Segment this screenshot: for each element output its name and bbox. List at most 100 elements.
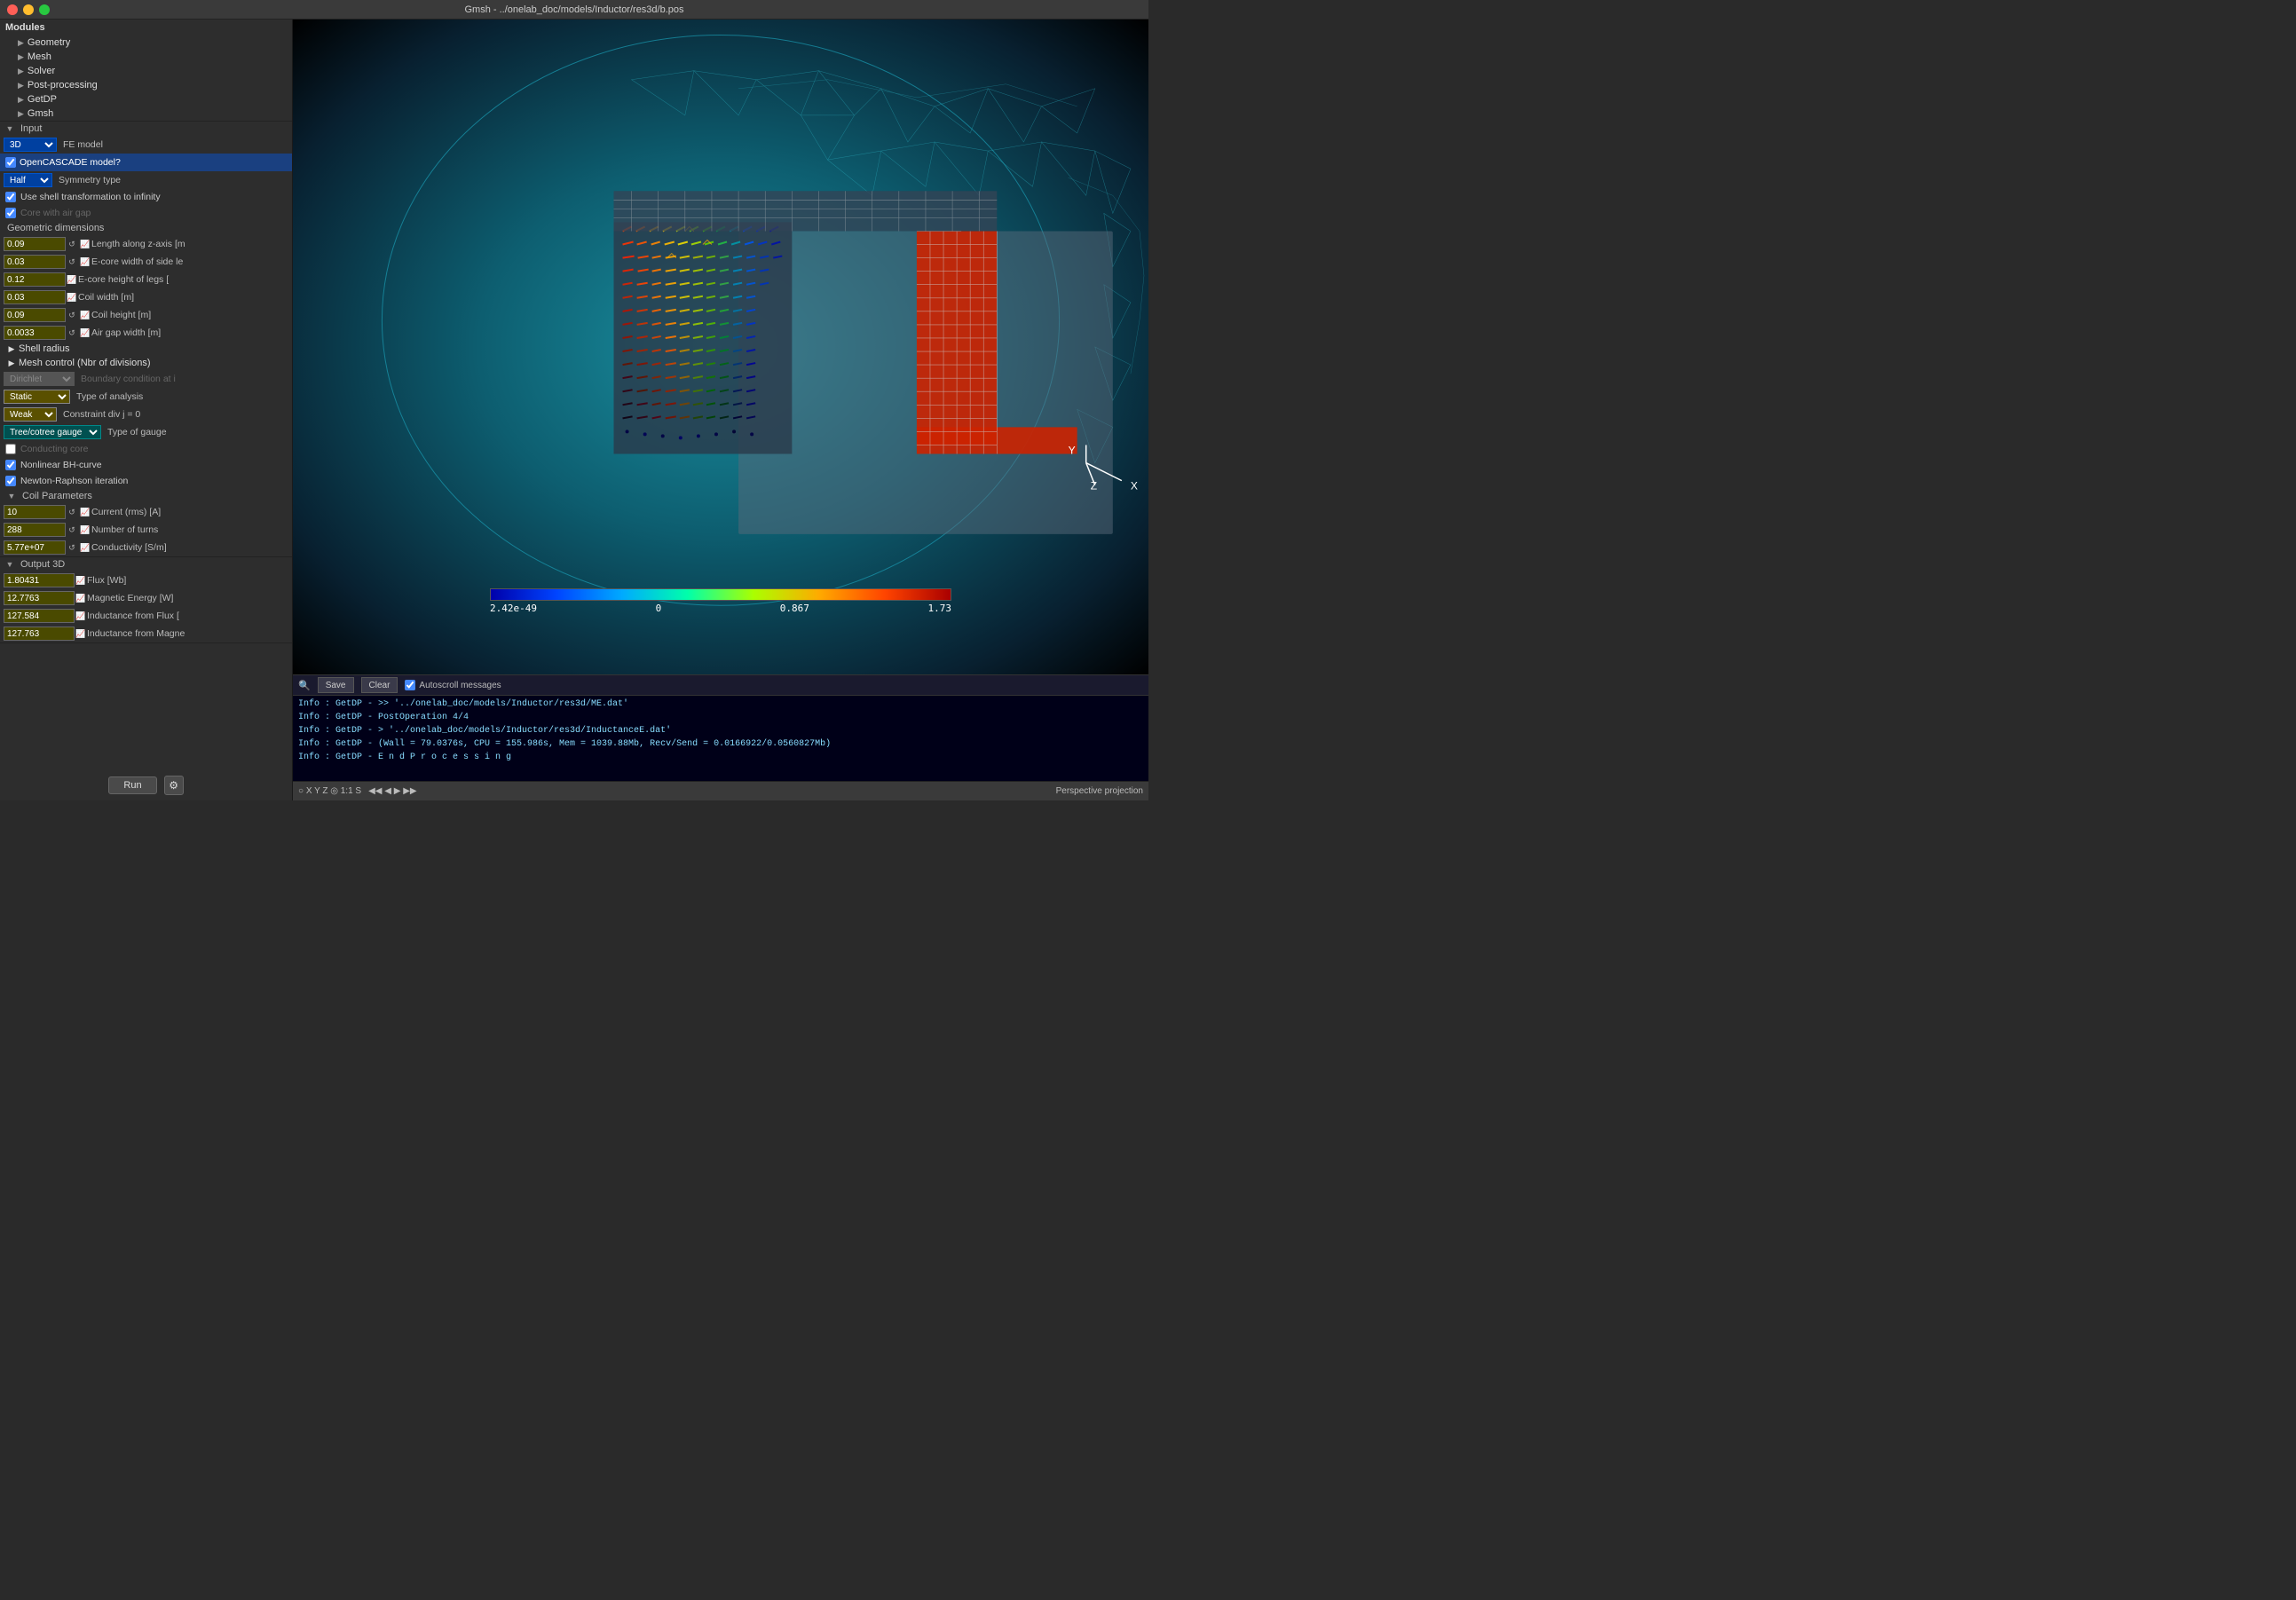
field-input-4[interactable] bbox=[4, 308, 66, 322]
minimize-button[interactable] bbox=[23, 4, 34, 15]
input-section-header[interactable]: Input bbox=[0, 122, 292, 136]
fe-model-dropdown[interactable]: 3D bbox=[4, 138, 57, 152]
opencascade-checkbox[interactable] bbox=[5, 157, 16, 168]
sidebar-item-postprocessing[interactable]: ▶ Post-processing bbox=[0, 78, 292, 92]
core-air-gap-row: Core with air gap bbox=[0, 205, 292, 221]
field-input-0[interactable] bbox=[4, 237, 66, 251]
half-dropdown[interactable]: Half bbox=[4, 173, 52, 187]
console-output[interactable]: Info : GetDP - >> '../onelab_doc/models/… bbox=[293, 696, 1148, 781]
field-label-1: E-core width of side le bbox=[91, 256, 288, 267]
chart-icon[interactable]: 📈 bbox=[79, 256, 91, 268]
search-icon: 🔍 bbox=[298, 680, 311, 691]
coil-field-label-0: Current (rms) [A] bbox=[91, 507, 288, 517]
coil-field-input-0[interactable] bbox=[4, 505, 66, 519]
gauge-dropdown[interactable]: Tree/cotree gauge bbox=[4, 425, 101, 439]
console-line-3: Info : GetDP - (Wall = 79.0376s, CPU = 1… bbox=[298, 737, 1143, 751]
field-label-4: Coil height [m] bbox=[91, 310, 288, 320]
constraint-dropdown[interactable]: Weak bbox=[4, 407, 57, 422]
chart-icon[interactable]: 📈 bbox=[79, 327, 91, 339]
clear-button[interactable]: Clear bbox=[361, 677, 398, 693]
mesh-control-header[interactable]: Mesh control (Nbr of divisions) bbox=[0, 356, 292, 370]
output-label-1: Magnetic Energy [W] bbox=[87, 593, 288, 603]
output-row-3: 📈 Inductance from Magne bbox=[0, 625, 292, 642]
viewport[interactable]: Y X Z 2.42e-49 0 0.867 1.73 bbox=[293, 20, 1148, 674]
sidebar-item-gmsh[interactable]: ▶ Gmsh bbox=[0, 106, 292, 121]
core-air-gap-checkbox[interactable] bbox=[5, 208, 16, 218]
maximize-button[interactable] bbox=[39, 4, 50, 15]
chart-icon[interactable]: 📈 bbox=[79, 506, 91, 518]
refresh-icon[interactable]: ↺ bbox=[66, 238, 78, 250]
chart-icon[interactable]: 📈 bbox=[66, 291, 78, 303]
chart-icon[interactable]: 📈 bbox=[75, 610, 87, 622]
collapse-icon bbox=[7, 492, 16, 500]
field-row-5: ↺ 📈 Air gap width [m] bbox=[0, 324, 292, 342]
geo-dims-header[interactable]: Geometric dimensions bbox=[0, 221, 292, 235]
chart-icon[interactable]: 📈 bbox=[75, 574, 87, 587]
run-area: Run ⚙ bbox=[0, 770, 292, 800]
output-input-3[interactable] bbox=[4, 627, 75, 641]
refresh-icon[interactable]: ↺ bbox=[66, 256, 78, 268]
close-button[interactable] bbox=[7, 4, 18, 15]
coil-params-header[interactable]: Coil Parameters bbox=[0, 489, 292, 503]
output-label-3: Inductance from Magne bbox=[87, 628, 288, 639]
output-input-0[interactable] bbox=[4, 573, 75, 587]
chart-icon[interactable]: 📈 bbox=[79, 309, 91, 321]
opencascade-label: OpenCASCADE model? bbox=[16, 157, 121, 168]
coil-icons-1: ↺ 📈 bbox=[66, 524, 91, 536]
sidebar-item-label: GetDP bbox=[28, 94, 57, 105]
chart-icon[interactable]: 📈 bbox=[79, 238, 91, 250]
coil-field-input-1[interactable] bbox=[4, 523, 66, 537]
field-input-3[interactable] bbox=[4, 290, 66, 304]
nonlinear-bh-checkbox[interactable] bbox=[5, 460, 16, 470]
output-input-2[interactable] bbox=[4, 609, 75, 623]
field-row-0: ↺ 📈 Length along z-axis [m bbox=[0, 235, 292, 253]
newton-label: Newton-Raphson iteration bbox=[20, 476, 128, 486]
run-button[interactable]: Run bbox=[108, 776, 156, 794]
field-row-2: 📈 E-core height of legs [ bbox=[0, 271, 292, 288]
output-row-2: 📈 Inductance from Flux [ bbox=[0, 607, 292, 625]
refresh-icon[interactable]: ↺ bbox=[66, 541, 78, 554]
chart-icon[interactable]: 📈 bbox=[79, 524, 91, 536]
output-row-0: 📈 Flux [Wb] bbox=[0, 571, 292, 589]
analysis-dropdown[interactable]: Static bbox=[4, 390, 70, 404]
sidebar-item-geometry[interactable]: ▶ Geometry bbox=[0, 35, 292, 50]
shell-transform-checkbox[interactable] bbox=[5, 192, 16, 202]
console-line-2: Info : GetDP - > '../onelab_doc/models/I… bbox=[298, 724, 1143, 737]
coil-icons-2: ↺ 📈 bbox=[66, 541, 91, 554]
conducting-core-label: Conducting core bbox=[20, 444, 88, 454]
field-input-1[interactable] bbox=[4, 255, 66, 269]
field-icons-0: ↺ 📈 bbox=[66, 238, 91, 250]
arrow-icon: ▶ bbox=[18, 67, 24, 76]
conducting-core-checkbox[interactable] bbox=[5, 444, 16, 454]
constraint-label: Constraint div j = 0 bbox=[59, 409, 288, 420]
bc-dropdown[interactable]: Dirichlet bbox=[4, 372, 75, 386]
refresh-icon[interactable]: ↺ bbox=[66, 309, 78, 321]
refresh-icon[interactable]: ↺ bbox=[66, 524, 78, 536]
field-input-2[interactable] bbox=[4, 272, 66, 287]
chart-icon[interactable]: 📈 bbox=[66, 273, 78, 286]
field-row-1: ↺ 📈 E-core width of side le bbox=[0, 253, 292, 271]
refresh-icon[interactable]: ↺ bbox=[66, 506, 78, 518]
output-header[interactable]: Output 3D bbox=[0, 557, 292, 571]
geo-dims-label: Geometric dimensions bbox=[7, 223, 104, 233]
coil-field-label-1: Number of turns bbox=[91, 524, 288, 535]
coil-field-row-1: ↺ 📈 Number of turns bbox=[0, 521, 292, 539]
field-input-5[interactable] bbox=[4, 326, 66, 340]
settings-button[interactable]: ⚙ bbox=[164, 776, 184, 795]
sidebar-item-getdp[interactable]: ▶ GetDP bbox=[0, 92, 292, 106]
output-input-1[interactable] bbox=[4, 591, 75, 605]
chart-icon[interactable]: 📈 bbox=[75, 627, 87, 640]
chart-icon[interactable]: 📈 bbox=[79, 541, 91, 554]
coil-field-input-2[interactable] bbox=[4, 540, 66, 555]
refresh-icon[interactable]: ↺ bbox=[66, 327, 78, 339]
field-icons-4: ↺ 📈 bbox=[66, 309, 91, 321]
newton-checkbox[interactable] bbox=[5, 476, 16, 486]
autoscroll-checkbox[interactable] bbox=[405, 680, 415, 690]
save-button[interactable]: Save bbox=[318, 677, 354, 693]
chart-icon[interactable]: 📈 bbox=[75, 592, 87, 604]
sidebar-item-mesh[interactable]: ▶ Mesh bbox=[0, 50, 292, 64]
colorbar-gradient bbox=[490, 588, 951, 601]
opencascade-row[interactable]: OpenCASCADE model? bbox=[0, 154, 292, 171]
shell-radius-header[interactable]: Shell radius bbox=[0, 342, 292, 356]
sidebar-item-solver[interactable]: ▶ Solver bbox=[0, 64, 292, 78]
